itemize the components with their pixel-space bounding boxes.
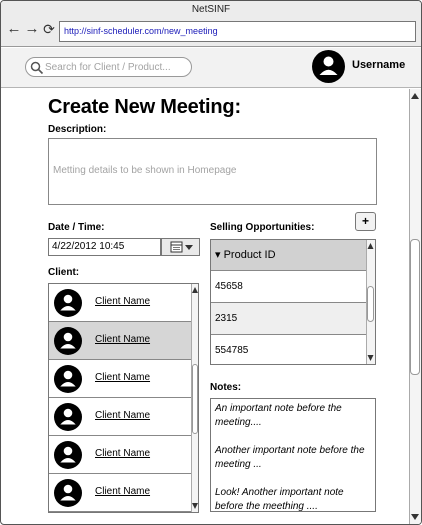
username-label[interactable]: Username bbox=[352, 59, 405, 71]
scroll-up-arrow-icon[interactable] bbox=[409, 90, 421, 102]
address-bar[interactable]: http://sinf-scheduler.com/new_meeting bbox=[59, 21, 416, 42]
product-table-scrollbar[interactable] bbox=[366, 240, 375, 364]
scroll-thumb[interactable] bbox=[367, 286, 374, 322]
scroll-up-arrow-icon[interactable] bbox=[191, 285, 199, 295]
scroll-thumb[interactable] bbox=[192, 364, 198, 434]
client-row[interactable]: Client Name bbox=[49, 474, 192, 512]
client-name-link[interactable]: Client Name bbox=[95, 296, 150, 307]
search-input[interactable] bbox=[45, 59, 187, 75]
forward-arrow-icon[interactable]: → bbox=[24, 21, 40, 37]
page-scrollbar[interactable] bbox=[409, 89, 421, 524]
client-row[interactable]: Client Name bbox=[49, 436, 192, 474]
user-avatar-icon[interactable] bbox=[312, 50, 345, 83]
scroll-down-arrow-icon[interactable] bbox=[366, 353, 375, 363]
client-list[interactable]: Client Name Client Name Client Name Clie… bbox=[48, 283, 199, 513]
product-row[interactable]: 45658 bbox=[211, 271, 366, 303]
client-avatar-icon bbox=[54, 403, 82, 431]
scroll-up-arrow-icon[interactable] bbox=[366, 241, 375, 251]
scroll-thumb[interactable] bbox=[410, 239, 420, 375]
search-box[interactable] bbox=[25, 57, 192, 77]
chevron-down-icon bbox=[185, 245, 193, 250]
note-text: Another important note before the meetin… bbox=[215, 445, 365, 470]
description-field[interactable]: Metting details to be shown in Homepage bbox=[48, 138, 377, 205]
client-name-link[interactable]: Client Name bbox=[95, 486, 150, 497]
client-name-link[interactable]: Client Name bbox=[95, 410, 150, 421]
client-avatar-icon bbox=[54, 327, 82, 355]
browser-titlebar: NetSINF ← → ⟳ http://sinf-scheduler.com/… bbox=[1, 1, 421, 47]
product-row[interactable]: 554785 bbox=[211, 335, 366, 364]
window-title: NetSINF bbox=[191, 4, 231, 15]
calendar-icon bbox=[170, 241, 193, 253]
client-name-link[interactable]: Client Name bbox=[95, 334, 150, 345]
client-row[interactable]: Client Name bbox=[49, 322, 192, 360]
note-text: Look! Another important note before the … bbox=[215, 487, 344, 512]
scroll-down-arrow-icon[interactable] bbox=[409, 511, 421, 523]
calendar-button[interactable] bbox=[161, 238, 200, 256]
product-row[interactable]: 2315 bbox=[211, 303, 366, 335]
client-avatar-icon bbox=[54, 365, 82, 393]
client-name-link[interactable]: Client Name bbox=[95, 372, 150, 383]
page-title: Create New Meeting: bbox=[48, 96, 241, 118]
client-list-scrollbar[interactable] bbox=[191, 284, 199, 512]
reload-icon[interactable]: ⟳ bbox=[41, 21, 57, 37]
client-row[interactable]: Client Name bbox=[49, 398, 192, 436]
client-avatar-icon bbox=[54, 441, 82, 469]
selling-opportunities-label: Selling Opportunities: bbox=[210, 222, 315, 233]
client-avatar-icon bbox=[54, 479, 82, 507]
browser-window: NetSINF ← → ⟳ http://sinf-scheduler.com/… bbox=[0, 0, 422, 525]
client-label: Client: bbox=[48, 267, 80, 278]
add-opportunity-button[interactable]: + bbox=[355, 212, 376, 231]
client-row[interactable]: Client Name bbox=[49, 360, 192, 398]
client-avatar-icon bbox=[54, 289, 82, 317]
product-id-column-header[interactable]: ▾ Product ID bbox=[211, 240, 366, 271]
datetime-label: Date / Time: bbox=[48, 222, 105, 233]
selling-opportunities-table[interactable]: ▾ Product ID 45658 2315 554785 bbox=[210, 239, 376, 365]
back-arrow-icon[interactable]: ← bbox=[6, 21, 22, 37]
description-label: Description: bbox=[48, 124, 107, 135]
main-content: Create New Meeting: Description: Metting… bbox=[1, 89, 409, 524]
notes-label: Notes: bbox=[210, 382, 242, 393]
notes-field[interactable]: An important note before the meeting....… bbox=[210, 398, 376, 512]
client-name-link[interactable]: Client Name bbox=[95, 448, 150, 459]
client-row[interactable]: Client Name bbox=[49, 284, 192, 322]
note-text: An important note before the meeting.... bbox=[215, 403, 342, 428]
description-placeholder: Metting details to be shown in Homepage bbox=[53, 165, 237, 176]
search-icon bbox=[30, 61, 44, 75]
datetime-field[interactable]: 4/22/2012 10:45 bbox=[48, 238, 161, 256]
scroll-down-arrow-icon[interactable] bbox=[191, 501, 199, 511]
